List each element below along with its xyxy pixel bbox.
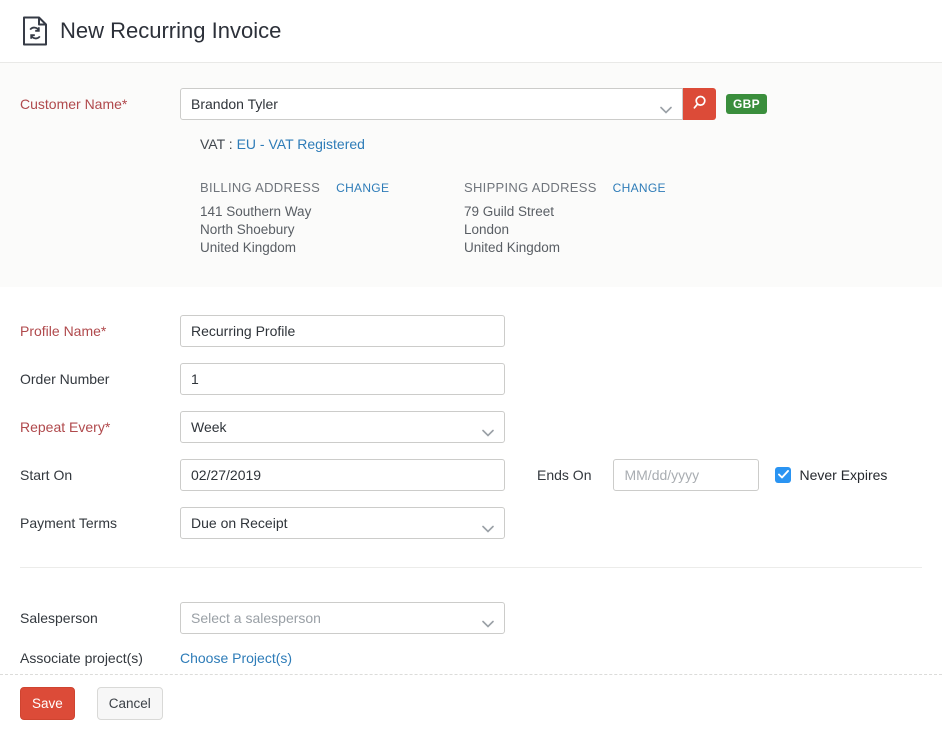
shipping-address-line: London bbox=[464, 221, 728, 239]
start-on-input[interactable] bbox=[180, 459, 505, 491]
page-title: New Recurring Invoice bbox=[60, 18, 281, 44]
save-button[interactable]: Save bbox=[20, 687, 75, 720]
customer-select[interactable]: Brandon Tyler bbox=[180, 88, 683, 120]
billing-address-block: BILLING ADDRESS CHANGE 141 Southern Way … bbox=[200, 180, 464, 257]
chevron-down-icon bbox=[482, 520, 494, 536]
customer-select-value: Brandon Tyler bbox=[191, 96, 278, 112]
billing-address-line: 141 Southern Way bbox=[200, 203, 464, 221]
customer-controls: Brandon Tyler GBP bbox=[180, 88, 767, 120]
payment-terms-select[interactable]: Due on Receipt bbox=[180, 507, 505, 539]
footer-action-bar: Save Cancel bbox=[0, 674, 942, 732]
billing-address-heading: BILLING ADDRESS bbox=[200, 180, 320, 195]
start-on-row: Start On Ends On Never Expires bbox=[0, 459, 942, 491]
chevron-down-icon bbox=[482, 615, 494, 631]
payment-terms-row: Payment Terms Due on Receipt bbox=[0, 507, 942, 539]
salesperson-select[interactable]: Select a salesperson bbox=[180, 602, 505, 634]
associate-projects-row: Associate project(s) Choose Project(s) bbox=[0, 650, 942, 666]
never-expires-label: Never Expires bbox=[799, 467, 887, 483]
salesperson-row: Salesperson Select a salesperson bbox=[0, 602, 942, 634]
never-expires-checkbox[interactable] bbox=[775, 467, 791, 483]
currency-badge: GBP bbox=[726, 94, 767, 114]
cancel-button[interactable]: Cancel bbox=[97, 687, 163, 720]
payment-terms-label: Payment Terms bbox=[0, 515, 180, 531]
start-on-label: Start On bbox=[0, 467, 180, 483]
vat-treatment-link[interactable]: EU - VAT Registered bbox=[237, 136, 365, 152]
shipping-address-change-link[interactable]: CHANGE bbox=[613, 181, 666, 195]
profile-name-input[interactable] bbox=[180, 315, 505, 347]
customer-name-label: Customer Name* bbox=[0, 96, 180, 112]
shipping-address-heading: SHIPPING ADDRESS bbox=[464, 180, 597, 195]
vat-prefix: VAT : bbox=[200, 136, 233, 152]
repeat-every-select[interactable]: Week bbox=[180, 411, 505, 443]
check-icon bbox=[778, 466, 789, 484]
profile-name-label: Profile Name* bbox=[0, 323, 180, 339]
associate-projects-label: Associate project(s) bbox=[0, 650, 180, 666]
salesperson-label: Salesperson bbox=[0, 610, 180, 626]
customer-search-button[interactable] bbox=[682, 88, 716, 120]
customer-name-row: Customer Name* Brandon Tyler GBP bbox=[0, 88, 942, 120]
vat-line: VAT : EU - VAT Registered bbox=[200, 136, 942, 152]
payment-terms-value: Due on Receipt bbox=[191, 515, 288, 531]
customer-section: Customer Name* Brandon Tyler GBP VAT : bbox=[0, 63, 942, 287]
billing-address-line: North Shoebury bbox=[200, 221, 464, 239]
secondary-form-section: Salesperson Select a salesperson Associa… bbox=[0, 568, 942, 666]
repeat-every-label: Repeat Every* bbox=[0, 419, 180, 435]
salesperson-placeholder: Select a salesperson bbox=[191, 610, 321, 626]
shipping-address-line: 79 Guild Street bbox=[464, 203, 728, 221]
addresses: BILLING ADDRESS CHANGE 141 Southern Way … bbox=[200, 180, 942, 257]
repeat-every-value: Week bbox=[191, 419, 227, 435]
chevron-down-icon bbox=[482, 424, 494, 440]
repeat-every-row: Repeat Every* Week bbox=[0, 411, 942, 443]
order-number-label: Order Number bbox=[0, 371, 180, 387]
shipping-address-block: SHIPPING ADDRESS CHANGE 79 Guild Street … bbox=[464, 180, 728, 257]
recurring-invoice-icon bbox=[22, 16, 48, 46]
never-expires-checkbox-group[interactable]: Never Expires bbox=[775, 467, 887, 483]
order-number-input[interactable] bbox=[180, 363, 505, 395]
billing-address-change-link[interactable]: CHANGE bbox=[336, 181, 389, 195]
choose-projects-link[interactable]: Choose Project(s) bbox=[180, 650, 292, 666]
recurring-invoice-form: Profile Name* Order Number Repeat Every*… bbox=[0, 287, 942, 666]
ends-on-input[interactable] bbox=[613, 459, 759, 491]
ends-on-label: Ends On bbox=[537, 467, 591, 483]
page-header: New Recurring Invoice bbox=[0, 0, 942, 63]
billing-address-line: United Kingdom bbox=[200, 239, 464, 257]
search-icon bbox=[691, 94, 708, 114]
chevron-down-icon bbox=[660, 101, 672, 117]
order-number-row: Order Number bbox=[0, 363, 942, 395]
profile-name-row: Profile Name* bbox=[0, 315, 942, 347]
shipping-address-line: United Kingdom bbox=[464, 239, 728, 257]
